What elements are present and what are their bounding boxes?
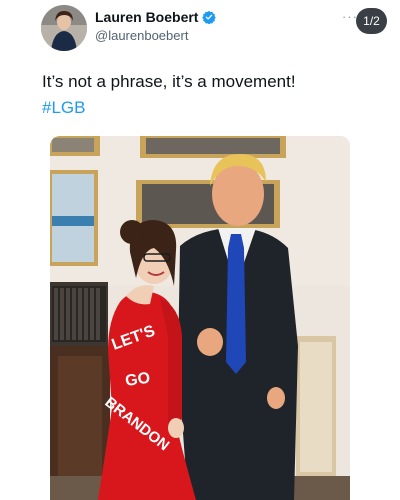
verified-badge-icon xyxy=(202,10,217,25)
avatar-image xyxy=(41,5,87,51)
hashtag-link[interactable]: #LGB xyxy=(42,95,296,121)
avatar[interactable] xyxy=(41,5,87,51)
photo-illustration: LET'S GO BRANDON xyxy=(50,136,350,500)
dress-text-line2: GO xyxy=(124,370,151,390)
page-indicator: 1/2 xyxy=(356,8,387,34)
tweet-body: It’s not a phrase, it’s a movement! xyxy=(42,72,296,91)
display-name[interactable]: Lauren Boebert xyxy=(95,9,198,25)
user-names: Lauren Boebert @laurenboebert xyxy=(95,9,217,43)
user-handle[interactable]: @laurenboebert xyxy=(95,28,216,43)
display-name-row: Lauren Boebert xyxy=(95,9,217,25)
tweet-text: It’s not a phrase, it’s a movement! #LGB xyxy=(42,69,296,121)
tweet-header: Lauren Boebert @laurenboebert ··· 1/2 xyxy=(0,0,400,56)
tweet-photo[interactable]: LET'S GO BRANDON xyxy=(50,136,350,500)
